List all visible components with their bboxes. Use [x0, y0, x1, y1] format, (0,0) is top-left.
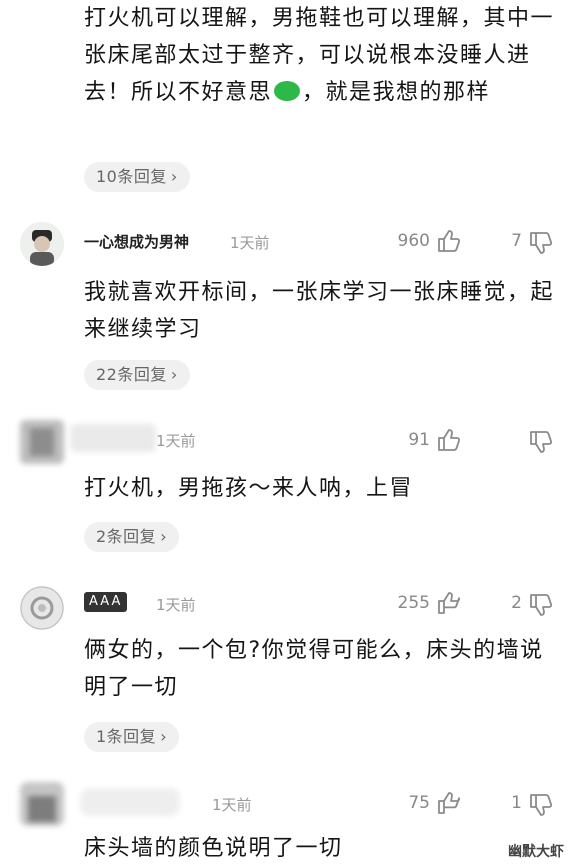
chevron-right-icon: ›	[160, 527, 168, 546]
replies-label: 1条回复	[96, 727, 157, 746]
like-count: 91	[408, 430, 430, 450]
thumb-down-icon[interactable]	[528, 230, 554, 256]
avatar[interactable]	[20, 222, 64, 266]
username[interactable]: 一心想成为男神	[84, 231, 189, 252]
comment-1-text: 打火机可以理解，男拖鞋也可以理解，其中一张床尾部太过于整齐，可以说根本没睡人进去…	[84, 0, 554, 111]
comment-text: 床头墙的颜色说明了一切	[84, 836, 343, 861]
thumb-up-icon[interactable]	[436, 790, 462, 816]
avatar[interactable]	[20, 420, 64, 464]
thumb-down-icon[interactable]	[528, 592, 554, 618]
replies-label: 2条回复	[96, 527, 157, 546]
thumb-up-icon[interactable]	[436, 590, 462, 616]
replies-button[interactable]: 22条回复 ›	[84, 360, 190, 390]
dislike-count: 1	[511, 793, 522, 813]
username: AAA	[89, 594, 123, 609]
comment-text: 我就喜欢开标间，一张床学习一张床睡觉，起来继续学习	[84, 280, 555, 342]
replies-label: 22条回复	[96, 365, 167, 384]
comment-text: 俩女的，一个包?你觉得可能么，床头的墙说明了一切	[84, 638, 544, 700]
dislike-count: 7	[511, 231, 522, 251]
comment-text: 打火机，男拖孩～来人呐，上冒	[84, 476, 414, 501]
avatar-image	[20, 420, 64, 464]
avatar[interactable]	[20, 782, 64, 826]
like-count: 75	[408, 793, 430, 813]
replies-button[interactable]: 2条回复 ›	[84, 522, 180, 552]
timestamp: 1天前	[156, 596, 196, 614]
thumb-up-icon[interactable]	[436, 228, 462, 254]
like-count: 255	[397, 593, 430, 613]
avatar[interactable]	[20, 586, 64, 630]
chevron-right-icon: ›	[170, 167, 178, 186]
replies-button[interactable]: 1条回复 ›	[84, 722, 180, 752]
avatar-image	[20, 782, 64, 826]
chevron-right-icon: ›	[170, 365, 178, 384]
watermark: 幽默大虾	[508, 844, 564, 860]
username-badge[interactable]: AAA	[84, 592, 128, 612]
username-blurred	[70, 424, 156, 452]
like-count: 960	[397, 231, 430, 251]
avatar-image	[20, 586, 64, 630]
username-blurred	[80, 788, 180, 816]
thumb-down-icon[interactable]	[528, 792, 554, 818]
replies-button[interactable]: 10条回复 ›	[84, 162, 190, 192]
avatar-image	[20, 222, 64, 266]
thumb-down-icon[interactable]	[528, 429, 554, 455]
timestamp: 1天前	[230, 234, 270, 252]
thumb-up-icon[interactable]	[436, 427, 462, 453]
green-face-icon	[274, 81, 301, 101]
comment-1-body-suffix: ，就是我想的那样	[302, 80, 491, 105]
timestamp: 1天前	[156, 432, 196, 450]
replies-label: 10条回复	[96, 167, 167, 186]
timestamp: 1天前	[212, 796, 252, 814]
chevron-right-icon: ›	[160, 727, 168, 746]
dislike-count: 2	[511, 593, 522, 613]
